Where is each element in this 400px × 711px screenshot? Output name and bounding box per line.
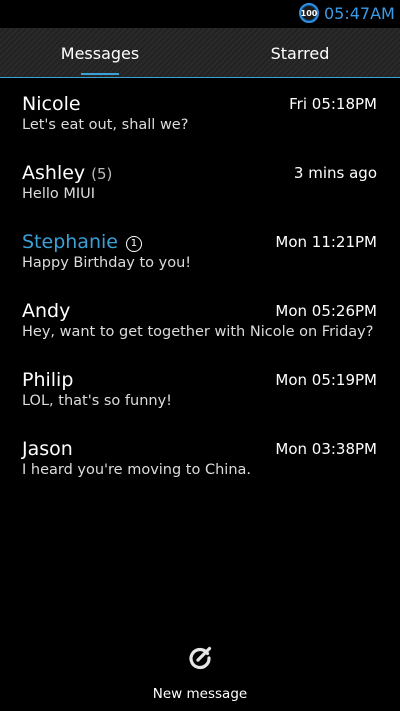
message-time: Mon 05:26PM: [275, 302, 377, 320]
tab-messages-label: Messages: [60, 43, 140, 63]
tab-starred[interactable]: Starred: [200, 28, 400, 78]
contact-name: Ashley (5): [22, 162, 113, 184]
conversation-row-ashley[interactable]: Ashley (5) 3 mins ago Hello MIUI: [0, 147, 400, 216]
battery-icon: 100: [299, 3, 319, 23]
conversation-row-andy[interactable]: Andy Mon 05:26PM Hey, want to get togeth…: [0, 285, 400, 354]
contact-name: Philip: [22, 369, 74, 391]
message-preview: I heard you're moving to China.: [22, 462, 252, 478]
message-time: Mon 03:38PM: [275, 440, 377, 458]
new-message-button[interactable]: New message: [0, 686, 400, 702]
contact-name: Andy: [22, 300, 71, 322]
tab-starred-label: Starred: [270, 43, 330, 63]
tab-messages[interactable]: Messages: [0, 28, 200, 78]
message-time: 3 mins ago: [293, 164, 377, 182]
message-preview: Hello MIUI: [22, 186, 96, 202]
contact-name: Nicole: [22, 93, 81, 115]
conversation-row-nicole[interactable]: Nicole Fri 05:18PM Let's eat out, shall …: [0, 78, 400, 147]
battery-level: 100: [300, 8, 318, 18]
message-preview: LOL, that's so funny!: [22, 393, 172, 409]
conversation-row-jason[interactable]: Jason Mon 03:38PM I heard you're moving …: [0, 423, 400, 492]
conversation-list: Nicole Fri 05:18PM Let's eat out, shall …: [0, 78, 400, 492]
message-preview: Let's eat out, shall we?: [22, 117, 189, 133]
contact-name: Jason: [22, 438, 73, 460]
message-time: Fri 05:18PM: [289, 95, 377, 113]
message-time: Mon 11:21PM: [275, 233, 377, 251]
message-count: (5): [91, 165, 113, 183]
message-preview: Happy Birthday to you!: [22, 255, 192, 271]
conversation-row-stephanie[interactable]: Stephanie 1 Mon 11:21PM Happy Birthday to…: [0, 216, 400, 285]
conversation-row-philip[interactable]: Philip Mon 05:19PM LOL, that's so funny!: [0, 354, 400, 423]
status-bar: 100 05:47AM: [0, 0, 400, 28]
unread-badge: 1: [125, 236, 142, 252]
active-tab-indicator: [81, 73, 119, 75]
status-clock: 05:47AM: [324, 4, 395, 23]
message-time: Mon 05:19PM: [275, 371, 377, 389]
compose-icon[interactable]: [187, 645, 213, 671]
contact-name: Stephanie 1: [22, 231, 142, 253]
tab-bar: Messages Starred: [0, 28, 400, 78]
message-preview: Hey, want to get together with Nicole on…: [22, 324, 374, 340]
